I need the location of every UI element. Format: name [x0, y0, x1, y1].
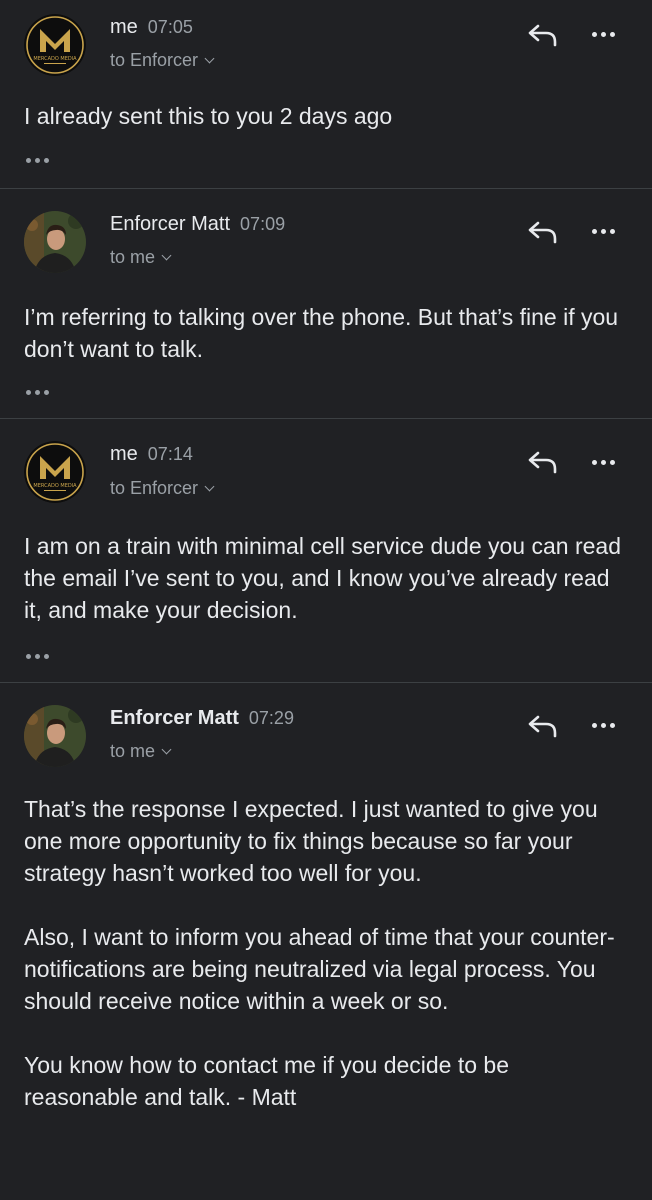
reply-arrow-icon [528, 715, 557, 738]
more-horizontal-icon [592, 715, 626, 735]
message-body: I already sent this to you 2 days ago [24, 100, 624, 132]
message-time: 07:05 [147, 17, 193, 37]
recipient-label: to me [110, 741, 156, 761]
more-horizontal-icon [592, 221, 626, 241]
recipient-toggle[interactable]: to me [110, 247, 172, 268]
message-body: That’s the response I expected. I just w… [24, 793, 624, 1113]
reply-button[interactable] [526, 217, 560, 247]
avatar-enforcer-matt[interactable] [24, 705, 86, 767]
chevron-down-icon [161, 744, 172, 755]
sender-name: Enforcer Matt 07:29 [110, 707, 294, 730]
body-paragraph: I am on a train with minimal cell servic… [24, 533, 622, 623]
chevron-down-icon [204, 53, 215, 64]
reply-button[interactable] [526, 20, 560, 50]
message-1: MERCADO MEDIA me 07:05 to Enforcer I alre… [0, 0, 652, 188]
sender-label: me [110, 16, 138, 38]
message-4: Enforcer Matt 07:29 to me That’s the resp… [0, 683, 652, 1200]
message-time: 07:29 [248, 708, 294, 728]
message-time: 07:09 [240, 214, 286, 234]
person-photo-icon [24, 705, 86, 767]
trimmed-content-icon [26, 154, 56, 166]
reply-arrow-icon [528, 24, 557, 47]
show-trimmed-content-button[interactable] [26, 650, 56, 662]
trimmed-content-icon [26, 386, 56, 398]
show-trimmed-content-button[interactable] [26, 154, 56, 166]
email-thread: MERCADO MEDIA me 07:05 to Enforcer I alre… [0, 0, 652, 1200]
more-options-button[interactable] [592, 715, 626, 735]
show-trimmed-content-button[interactable] [26, 386, 56, 398]
more-horizontal-icon [592, 24, 626, 44]
body-paragraph: You know how to contact me if you decide… [24, 1052, 510, 1110]
message-time: 07:14 [147, 444, 193, 464]
sender-label: Enforcer Matt [110, 707, 239, 729]
recipient-label: to Enforcer [110, 478, 199, 498]
recipient-toggle[interactable]: to me [110, 741, 172, 762]
recipient-label: to me [110, 247, 156, 267]
body-paragraph: Also, I want to inform you ahead of time… [24, 924, 615, 1014]
sender-name: me 07:05 [110, 16, 193, 39]
logo-text: MERCADO MEDIA [33, 483, 77, 489]
recipient-label: to Enforcer [110, 50, 199, 70]
message-body: I am on a train with minimal cell servic… [24, 530, 624, 626]
body-paragraph: I’m referring to talking over the phone.… [24, 304, 619, 362]
sender-label: me [110, 443, 138, 465]
person-photo-icon [24, 211, 86, 273]
sender-label: Enforcer Matt [110, 213, 231, 235]
more-options-button[interactable] [592, 24, 626, 44]
message-3: MERCADO MEDIA me 07:14 to Enforcer I am o… [0, 419, 652, 682]
reply-button[interactable] [526, 711, 560, 741]
body-paragraph: I already sent this to you 2 days ago [24, 103, 393, 129]
reply-button[interactable] [526, 447, 560, 477]
chevron-down-icon [161, 250, 172, 261]
trimmed-content-icon [26, 650, 56, 662]
logo-text: MERCADO MEDIA [33, 56, 77, 62]
avatar-mercado-media[interactable]: MERCADO MEDIA [24, 441, 86, 503]
recipient-toggle[interactable]: to Enforcer [110, 50, 215, 71]
avatar-mercado-media[interactable]: MERCADO MEDIA [24, 14, 86, 76]
sender-name: Enforcer Matt 07:09 [110, 213, 285, 236]
more-horizontal-icon [592, 452, 626, 472]
avatar-enforcer-matt[interactable] [24, 211, 86, 273]
recipient-toggle[interactable]: to Enforcer [110, 478, 215, 499]
mercado-media-logo-icon: MERCADO MEDIA [24, 14, 86, 76]
reply-arrow-icon [528, 221, 557, 244]
message-2: Enforcer Matt 07:09 to me I’m referring t… [0, 189, 652, 418]
sender-name: me 07:14 [110, 443, 193, 466]
more-options-button[interactable] [592, 452, 626, 472]
chevron-down-icon [204, 481, 215, 492]
body-paragraph: That’s the response I expected. I just w… [24, 796, 598, 886]
more-options-button[interactable] [592, 221, 626, 241]
reply-arrow-icon [528, 451, 557, 474]
message-body: I’m referring to talking over the phone.… [24, 301, 624, 365]
mercado-media-logo-icon: MERCADO MEDIA [24, 441, 86, 503]
